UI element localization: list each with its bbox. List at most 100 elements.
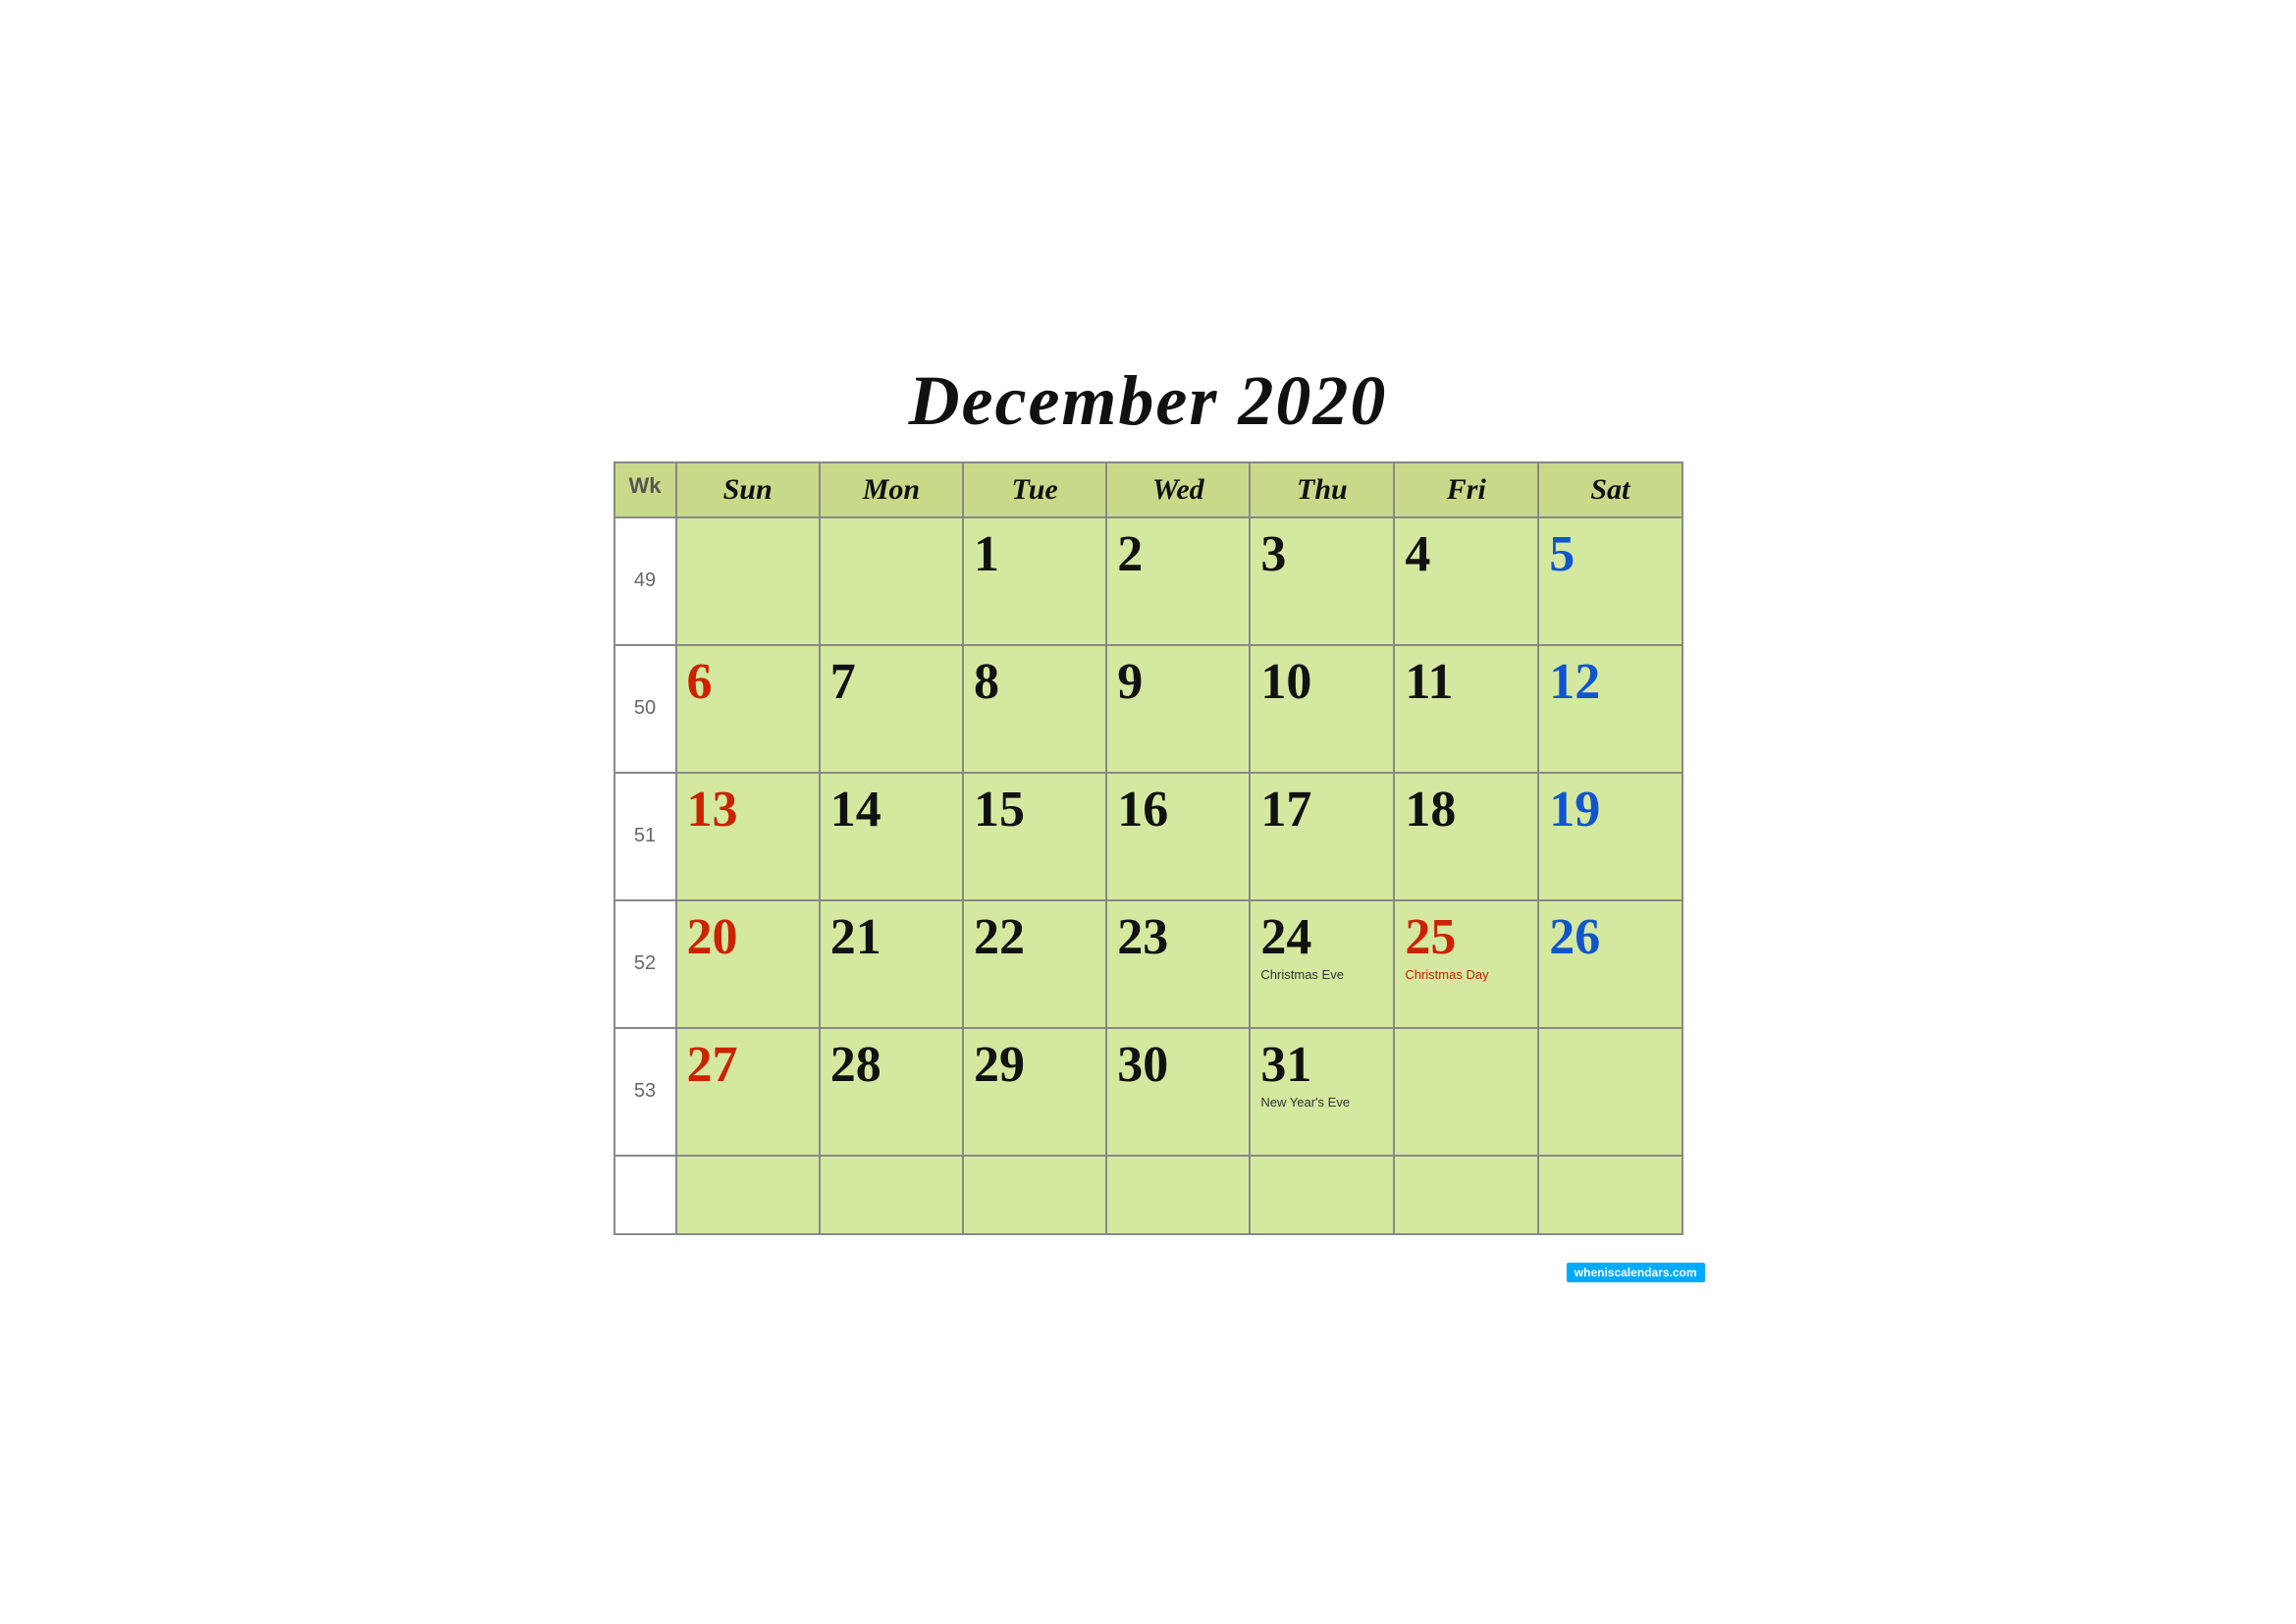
day-cell: 22 — [963, 900, 1106, 1028]
day-number: 16 — [1117, 782, 1239, 838]
wk-header: Wk — [614, 462, 676, 517]
day-cell: 20 — [676, 900, 820, 1028]
day-cell-empty — [676, 1156, 820, 1234]
calendar-row: 506789 10 11 12 — [614, 645, 1682, 773]
day-number: 8 — [974, 654, 1095, 710]
day-event-label: Christmas Day — [1405, 967, 1527, 984]
day-number: 2 — [1117, 526, 1239, 582]
day-number: 13 — [687, 782, 809, 838]
day-number: 12 — [1549, 654, 1671, 710]
day-number: 14 — [830, 782, 952, 838]
day-cell: 13 — [676, 773, 820, 900]
day-number: 23 — [1117, 909, 1239, 965]
day-cell: 26 — [1538, 900, 1682, 1028]
sun-header: Sun — [676, 462, 820, 517]
day-event-label: Christmas Eve — [1260, 967, 1383, 984]
day-number: 10 — [1260, 654, 1383, 710]
day-number: 1 — [974, 526, 1095, 582]
page-title: December 2020 — [614, 360, 1683, 442]
day-cell: 16 — [1106, 773, 1250, 900]
day-number: 5 — [1549, 526, 1671, 582]
day-cell-empty — [963, 1156, 1106, 1234]
day-cell-empty — [1394, 1156, 1538, 1234]
day-cell-empty — [1106, 1156, 1250, 1234]
day-cell: 27 — [676, 1028, 820, 1156]
mon-header: Mon — [820, 462, 963, 517]
day-cell: 10 — [1250, 645, 1394, 773]
day-cell: 11 — [1394, 645, 1538, 773]
week-number: 50 — [614, 645, 676, 773]
thu-header: Thu — [1250, 462, 1394, 517]
day-cell: 15 — [963, 773, 1106, 900]
day-number: 29 — [974, 1037, 1095, 1093]
day-number: 17 — [1260, 782, 1383, 838]
day-cell-empty — [1538, 1156, 1682, 1234]
day-number: 28 — [830, 1037, 952, 1093]
day-number: 9 — [1117, 654, 1239, 710]
week-number: 52 — [614, 900, 676, 1028]
week-number-empty — [614, 1156, 676, 1234]
day-cell: 18 — [1394, 773, 1538, 900]
day-number: 21 — [830, 909, 952, 965]
day-cell: 7 — [820, 645, 963, 773]
day-number: 7 — [830, 654, 952, 710]
day-cell: 21 — [820, 900, 963, 1028]
day-cell-empty — [820, 1156, 963, 1234]
day-number: 20 — [687, 909, 809, 965]
day-cell: 17 — [1250, 773, 1394, 900]
day-cell-empty — [1250, 1156, 1394, 1234]
day-cell: 14 — [820, 773, 963, 900]
day-number: 31 — [1260, 1037, 1383, 1093]
calendar-row: 5327 28 29 30 31 New Year's Eve — [614, 1028, 1682, 1156]
day-cell: 24 Christmas Eve — [1250, 900, 1394, 1028]
watermark-label: wheniscalendars.com — [1567, 1263, 1705, 1282]
day-cell: 1 — [963, 517, 1106, 645]
week-number: 51 — [614, 773, 676, 900]
day-number: 11 — [1405, 654, 1527, 710]
calendar-row: 5113 14 15 16 17 18 19 — [614, 773, 1682, 900]
day-number: 26 — [1549, 909, 1671, 965]
day-number: 6 — [687, 654, 809, 710]
day-cell: 3 — [1250, 517, 1394, 645]
day-number: 15 — [974, 782, 1095, 838]
week-number: 53 — [614, 1028, 676, 1156]
day-number: 22 — [974, 909, 1095, 965]
week-number: 49 — [614, 517, 676, 645]
day-cell — [676, 517, 820, 645]
calendar-table: Wk Sun Mon Tue Wed Thu Fri Sat 491234550… — [614, 461, 1683, 1235]
day-cell — [820, 517, 963, 645]
day-number: 18 — [1405, 782, 1527, 838]
day-cell: 19 — [1538, 773, 1682, 900]
calendar-row: 49 12345 — [614, 517, 1682, 645]
sat-header: Sat — [1538, 462, 1682, 517]
day-cell: 5 — [1538, 517, 1682, 645]
day-cell: 6 — [676, 645, 820, 773]
wed-header: Wed — [1106, 462, 1250, 517]
day-cell: 28 — [820, 1028, 963, 1156]
day-cell: 8 — [963, 645, 1106, 773]
tue-header: Tue — [963, 462, 1106, 517]
fri-header: Fri — [1394, 462, 1538, 517]
day-cell: 29 — [963, 1028, 1106, 1156]
day-cell — [1394, 1028, 1538, 1156]
day-cell: 12 — [1538, 645, 1682, 773]
calendar-page: December 2020 Wk Sun Mon Tue Wed Thu Fri… — [574, 331, 1723, 1294]
day-number: 25 — [1405, 909, 1527, 965]
day-cell: 9 — [1106, 645, 1250, 773]
day-number: 4 — [1405, 526, 1527, 582]
day-cell: 4 — [1394, 517, 1538, 645]
day-number: 3 — [1260, 526, 1383, 582]
calendar-row: 5220 21 22 23 24 Christmas Eve 25 Christmas Day… — [614, 900, 1682, 1028]
day-number: 27 — [687, 1037, 809, 1093]
day-cell: 23 — [1106, 900, 1250, 1028]
day-cell: 31 New Year's Eve — [1250, 1028, 1394, 1156]
day-number: 24 — [1260, 909, 1383, 965]
day-cell: 2 — [1106, 517, 1250, 645]
day-number: 30 — [1117, 1037, 1239, 1093]
day-cell: 25 Christmas Day — [1394, 900, 1538, 1028]
day-event-label: New Year's Eve — [1260, 1095, 1383, 1111]
header-row: Wk Sun Mon Tue Wed Thu Fri Sat — [614, 462, 1682, 517]
day-cell: 30 — [1106, 1028, 1250, 1156]
day-cell — [1538, 1028, 1682, 1156]
day-number: 19 — [1549, 782, 1671, 838]
